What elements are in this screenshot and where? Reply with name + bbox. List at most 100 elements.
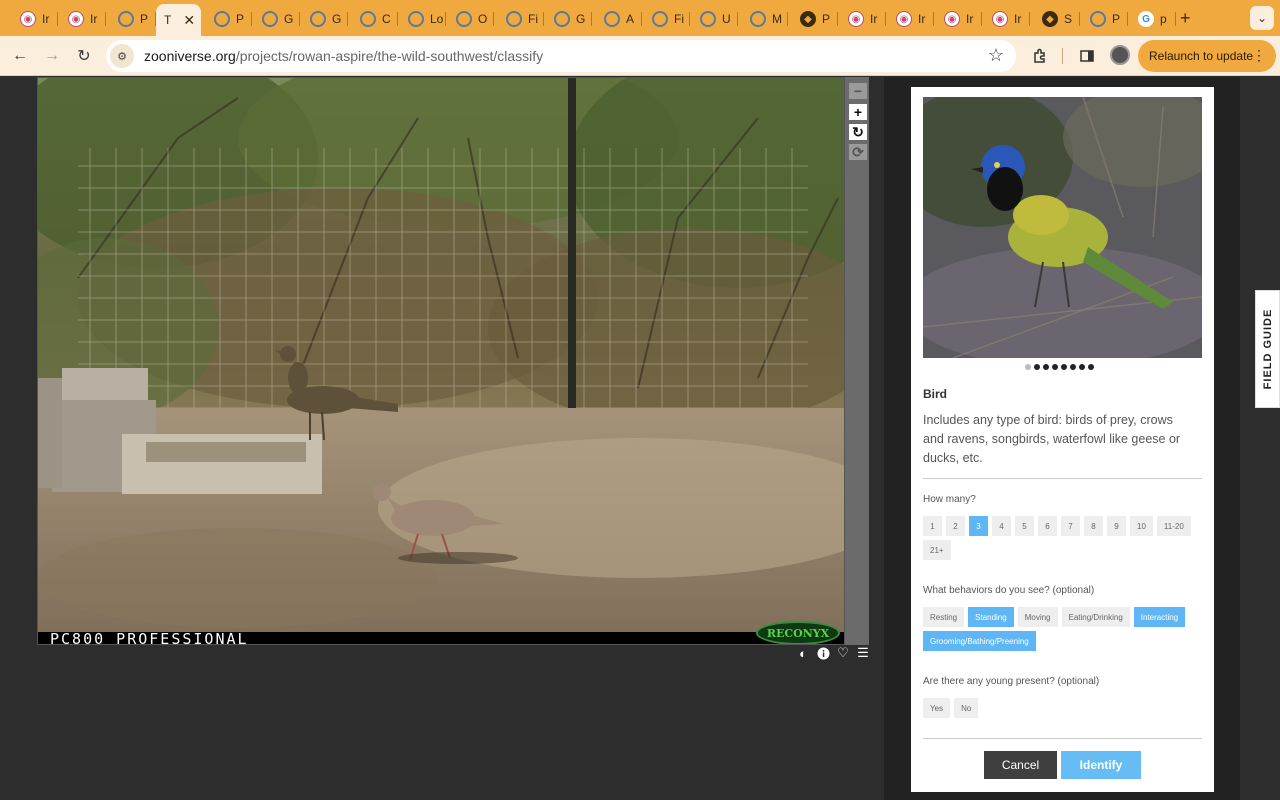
subject-viewer[interactable]: PC800 PROFESSIONAL RECONYX [37, 77, 845, 645]
browser-tab[interactable]: U [690, 6, 738, 32]
info-icon[interactable] [816, 646, 830, 660]
behavior-choice-button[interactable]: Resting [923, 607, 965, 627]
carousel-dot[interactable] [1052, 364, 1058, 370]
globe-favicon-icon [214, 11, 230, 27]
behavior-choice-button[interactable]: Moving [1017, 607, 1058, 627]
cancel-button[interactable]: Cancel [984, 751, 1057, 779]
count-choice-button[interactable]: 21+ [923, 540, 951, 560]
browser-tab[interactable]: Gp [1128, 6, 1176, 32]
count-choice-button[interactable]: 11-20 [1156, 516, 1191, 536]
browser-tab[interactable]: T ✕ [156, 4, 201, 36]
tab-separator [787, 12, 788, 26]
globe-favicon-icon [604, 11, 620, 27]
carousel-dot[interactable] [1070, 364, 1076, 370]
tab-title: Fi [674, 12, 684, 26]
carousel-dot[interactable] [1061, 364, 1067, 370]
browser-tab[interactable]: P [108, 6, 156, 32]
heart-icon[interactable]: ♡ [836, 645, 850, 660]
tab-separator [1079, 12, 1080, 26]
zoom-out-button[interactable]: − [849, 83, 867, 99]
browser-tab[interactable]: G [544, 6, 592, 32]
contrast-icon[interactable]: ◐ [796, 646, 810, 661]
behavior-choice-button[interactable]: Grooming/Bathing/Preening [923, 631, 1036, 651]
address-bar[interactable]: ⚙ zooniverse.org/projects/rowan-aspire/t… [106, 40, 1016, 72]
browser-tab[interactable]: ◉ Ir [934, 6, 982, 32]
tab-search-chevron-icon[interactable]: ⌄ [1250, 6, 1274, 30]
tab-title: M [772, 12, 782, 26]
site-settings-icon[interactable]: ⚙ [110, 44, 134, 68]
tab-separator [1029, 12, 1030, 26]
count-choice-button[interactable]: 2 [946, 516, 965, 536]
side-panel-icon[interactable] [1076, 45, 1098, 67]
browser-tab[interactable]: O [446, 6, 494, 32]
count-choice-button[interactable]: 3 [969, 516, 988, 536]
browser-tab[interactable]: ◉ Ir [982, 6, 1030, 32]
count-choice-button[interactable]: 8 [1084, 516, 1103, 536]
tab-title: P [236, 12, 245, 26]
browser-tab[interactable]: G [300, 6, 348, 32]
count-choice-button[interactable]: 4 [992, 516, 1011, 536]
young-choice-button[interactable]: No [954, 698, 979, 718]
tab-separator [1175, 12, 1176, 26]
camera-brand-logo: RECONYX [756, 621, 840, 644]
field-guide-tab[interactable]: FIELD GUIDE [1255, 290, 1280, 408]
browser-tab[interactable]: P [1080, 6, 1128, 32]
forward-arrow-icon[interactable]: → [40, 44, 64, 68]
browser-menu-icon[interactable]: ⋮ [1252, 47, 1266, 64]
behavior-choice-button[interactable]: Interacting [1133, 607, 1186, 627]
globe-favicon-icon [310, 11, 326, 27]
count-choice-button[interactable]: 10 [1130, 516, 1153, 536]
globe-favicon-icon [118, 11, 134, 27]
species-name: Bird [923, 387, 947, 401]
zoom-in-button[interactable]: + [849, 104, 867, 120]
browser-tab[interactable]: Fi [496, 6, 544, 32]
young-choice-button[interactable]: Yes [923, 698, 951, 718]
profile-avatar[interactable] [1110, 45, 1130, 65]
list-icon[interactable]: ☰ [856, 645, 870, 660]
count-choice-button[interactable]: 6 [1038, 516, 1057, 536]
behavior-choice-button[interactable]: Standing [968, 607, 1014, 627]
browser-tab[interactable]: A [594, 6, 642, 32]
count-choice-button[interactable]: 5 [1015, 516, 1034, 536]
tab-separator [689, 12, 690, 26]
subject-image [38, 78, 844, 644]
count-choice-button[interactable]: 7 [1061, 516, 1080, 536]
carousel-dot[interactable] [1079, 364, 1085, 370]
browser-tab[interactable]: C [350, 6, 398, 32]
browser-tab[interactable]: ◉ Ir [58, 6, 106, 32]
relaunch-to-update-button[interactable]: Relaunch to update ⋮ [1138, 40, 1276, 72]
new-tab-button[interactable]: + [1180, 8, 1191, 29]
photo-carousel-dots[interactable] [1025, 364, 1094, 370]
tab-title: G [332, 12, 342, 26]
behavior-choice-button[interactable]: Eating/Drinking [1061, 607, 1130, 627]
back-arrow-icon[interactable]: ← [8, 44, 32, 68]
rotate-button[interactable]: ↻ [849, 124, 867, 140]
browser-tab[interactable]: ◆ P [790, 6, 838, 32]
tab-title: Ir [42, 12, 50, 26]
browser-tab[interactable]: ◆ S [1032, 6, 1080, 32]
field-guide-label: FIELD GUIDE [1261, 308, 1274, 390]
carousel-dot[interactable] [1025, 364, 1031, 370]
browser-tab[interactable]: Lo [398, 6, 446, 32]
browser-tab[interactable]: ◉ Ir [886, 6, 934, 32]
reset-view-button[interactable]: ⟳ [849, 144, 867, 160]
reload-icon[interactable]: ↻ [72, 44, 96, 68]
tab-title: A [626, 12, 635, 26]
carousel-dot[interactable] [1088, 364, 1094, 370]
browser-tab[interactable]: P [204, 6, 252, 32]
browser-tab[interactable]: ◉ Ir [838, 6, 886, 32]
browser-tab[interactable]: G [252, 6, 300, 32]
tab-separator [493, 12, 494, 26]
browser-tab[interactable]: Fi [642, 6, 690, 32]
count-choice-button[interactable]: 9 [1107, 516, 1126, 536]
url-text: zooniverse.org/projects/rowan-aspire/the… [144, 48, 543, 64]
close-tab-icon[interactable]: ✕ [183, 12, 195, 29]
count-choice-button[interactable]: 1 [923, 516, 942, 536]
browser-tab[interactable]: M [740, 6, 788, 32]
bookmark-star-icon[interactable]: ☆ [988, 45, 1004, 66]
browser-tab[interactable]: ◉ Ir [10, 6, 58, 32]
carousel-dot[interactable] [1043, 364, 1049, 370]
carousel-dot[interactable] [1034, 364, 1040, 370]
identify-button[interactable]: Identify [1061, 751, 1141, 779]
extensions-puzzle-icon[interactable] [1029, 45, 1051, 67]
